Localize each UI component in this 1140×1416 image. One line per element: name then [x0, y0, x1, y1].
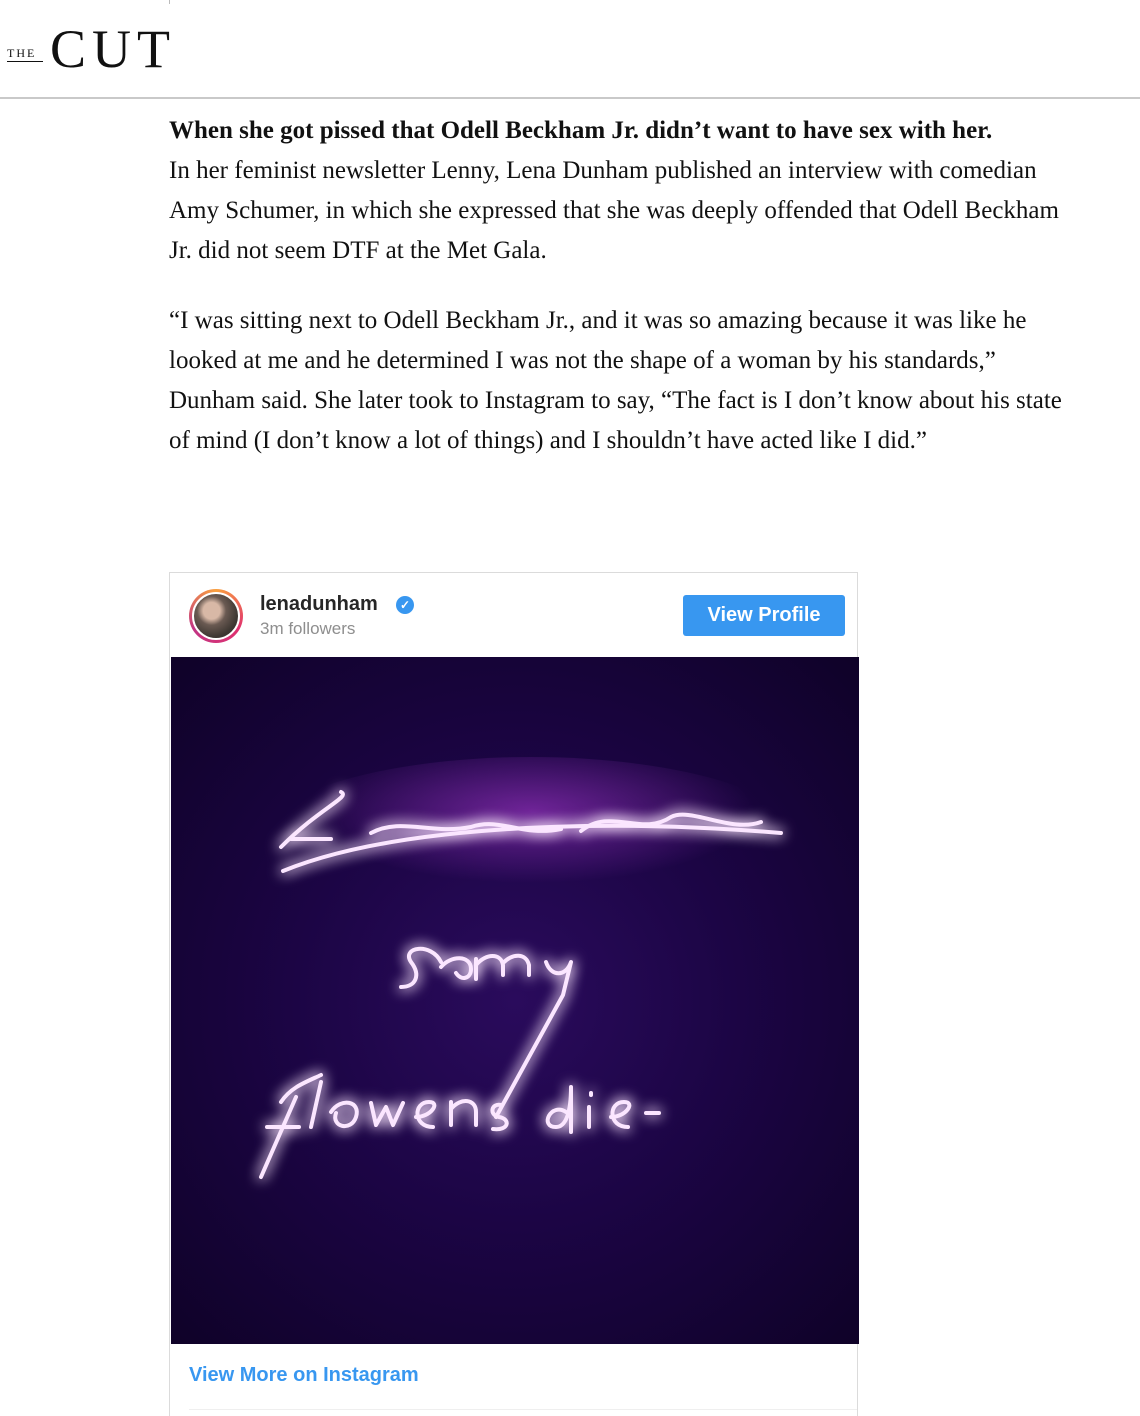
article-paragraph: In her feminist newsletter Lenny, Lena D… — [169, 157, 1059, 264]
divider — [169, 0, 170, 4]
view-more-link[interactable]: View More on Instagram — [189, 1364, 419, 1387]
divider — [189, 1409, 857, 1410]
verified-badge-icon: ✓ — [396, 596, 414, 614]
article-body: When she got pissed that Odell Beckham J… — [169, 111, 1074, 461]
instagram-photo[interactable] — [171, 657, 859, 1344]
site-header: THE CUT — [0, 0, 1140, 99]
view-profile-button[interactable]: View Profile — [683, 595, 845, 636]
avatar-image — [192, 592, 240, 640]
logo-prefix: THE — [7, 46, 37, 60]
instagram-embed: lenadunham ✓ 3m followers View Profile V… — [169, 572, 859, 1416]
logo-rule — [7, 61, 43, 62]
site-logo[interactable]: CUT — [50, 22, 176, 76]
article-paragraph: “I was sitting next to Odell Beckham Jr.… — [169, 307, 1062, 454]
instagram-username[interactable]: lenadunham — [260, 593, 378, 616]
avatar[interactable] — [189, 589, 243, 643]
follower-count: 3m followers — [260, 619, 356, 638]
neon-sign-image — [251, 757, 811, 1179]
section-heading: When she got pissed that Odell Beckham J… — [169, 117, 993, 144]
